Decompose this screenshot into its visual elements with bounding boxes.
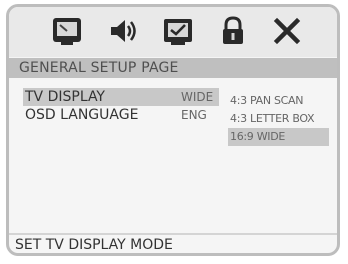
- audio-setup-icon[interactable]: [107, 15, 139, 47]
- tv-display-option-wide[interactable]: 16:9 WIDE: [228, 128, 329, 146]
- tv-display-option-letter-box[interactable]: 4:3 LETTER BOX: [230, 110, 315, 128]
- setting-label-tv-display: TV DISPLAY: [25, 89, 105, 105]
- tv-display-option-pan-scan[interactable]: 4:3 PAN SCAN: [230, 92, 304, 110]
- status-divider: [9, 233, 337, 235]
- setting-label-osd-language: OSD LANGUAGE: [25, 107, 139, 123]
- page-title: GENERAL SETUP PAGE: [9, 58, 337, 78]
- dvd-setup-screen: GENERAL SETUP PAGE TV DISPLAY WIDE OSD L…: [6, 4, 340, 256]
- exit-icon[interactable]: [271, 15, 303, 47]
- preference-icon[interactable]: [162, 15, 194, 47]
- status-text: SET TV DISPLAY MODE: [15, 237, 173, 253]
- password-lock-icon[interactable]: [217, 15, 249, 47]
- setting-row-osd-language[interactable]: OSD LANGUAGE: [25, 106, 138, 124]
- setting-value-osd-language: ENG: [181, 108, 207, 122]
- setting-value-tv-display: WIDE: [181, 90, 214, 104]
- setup-tabs: [9, 7, 337, 57]
- general-setup-icon[interactable]: [51, 15, 83, 47]
